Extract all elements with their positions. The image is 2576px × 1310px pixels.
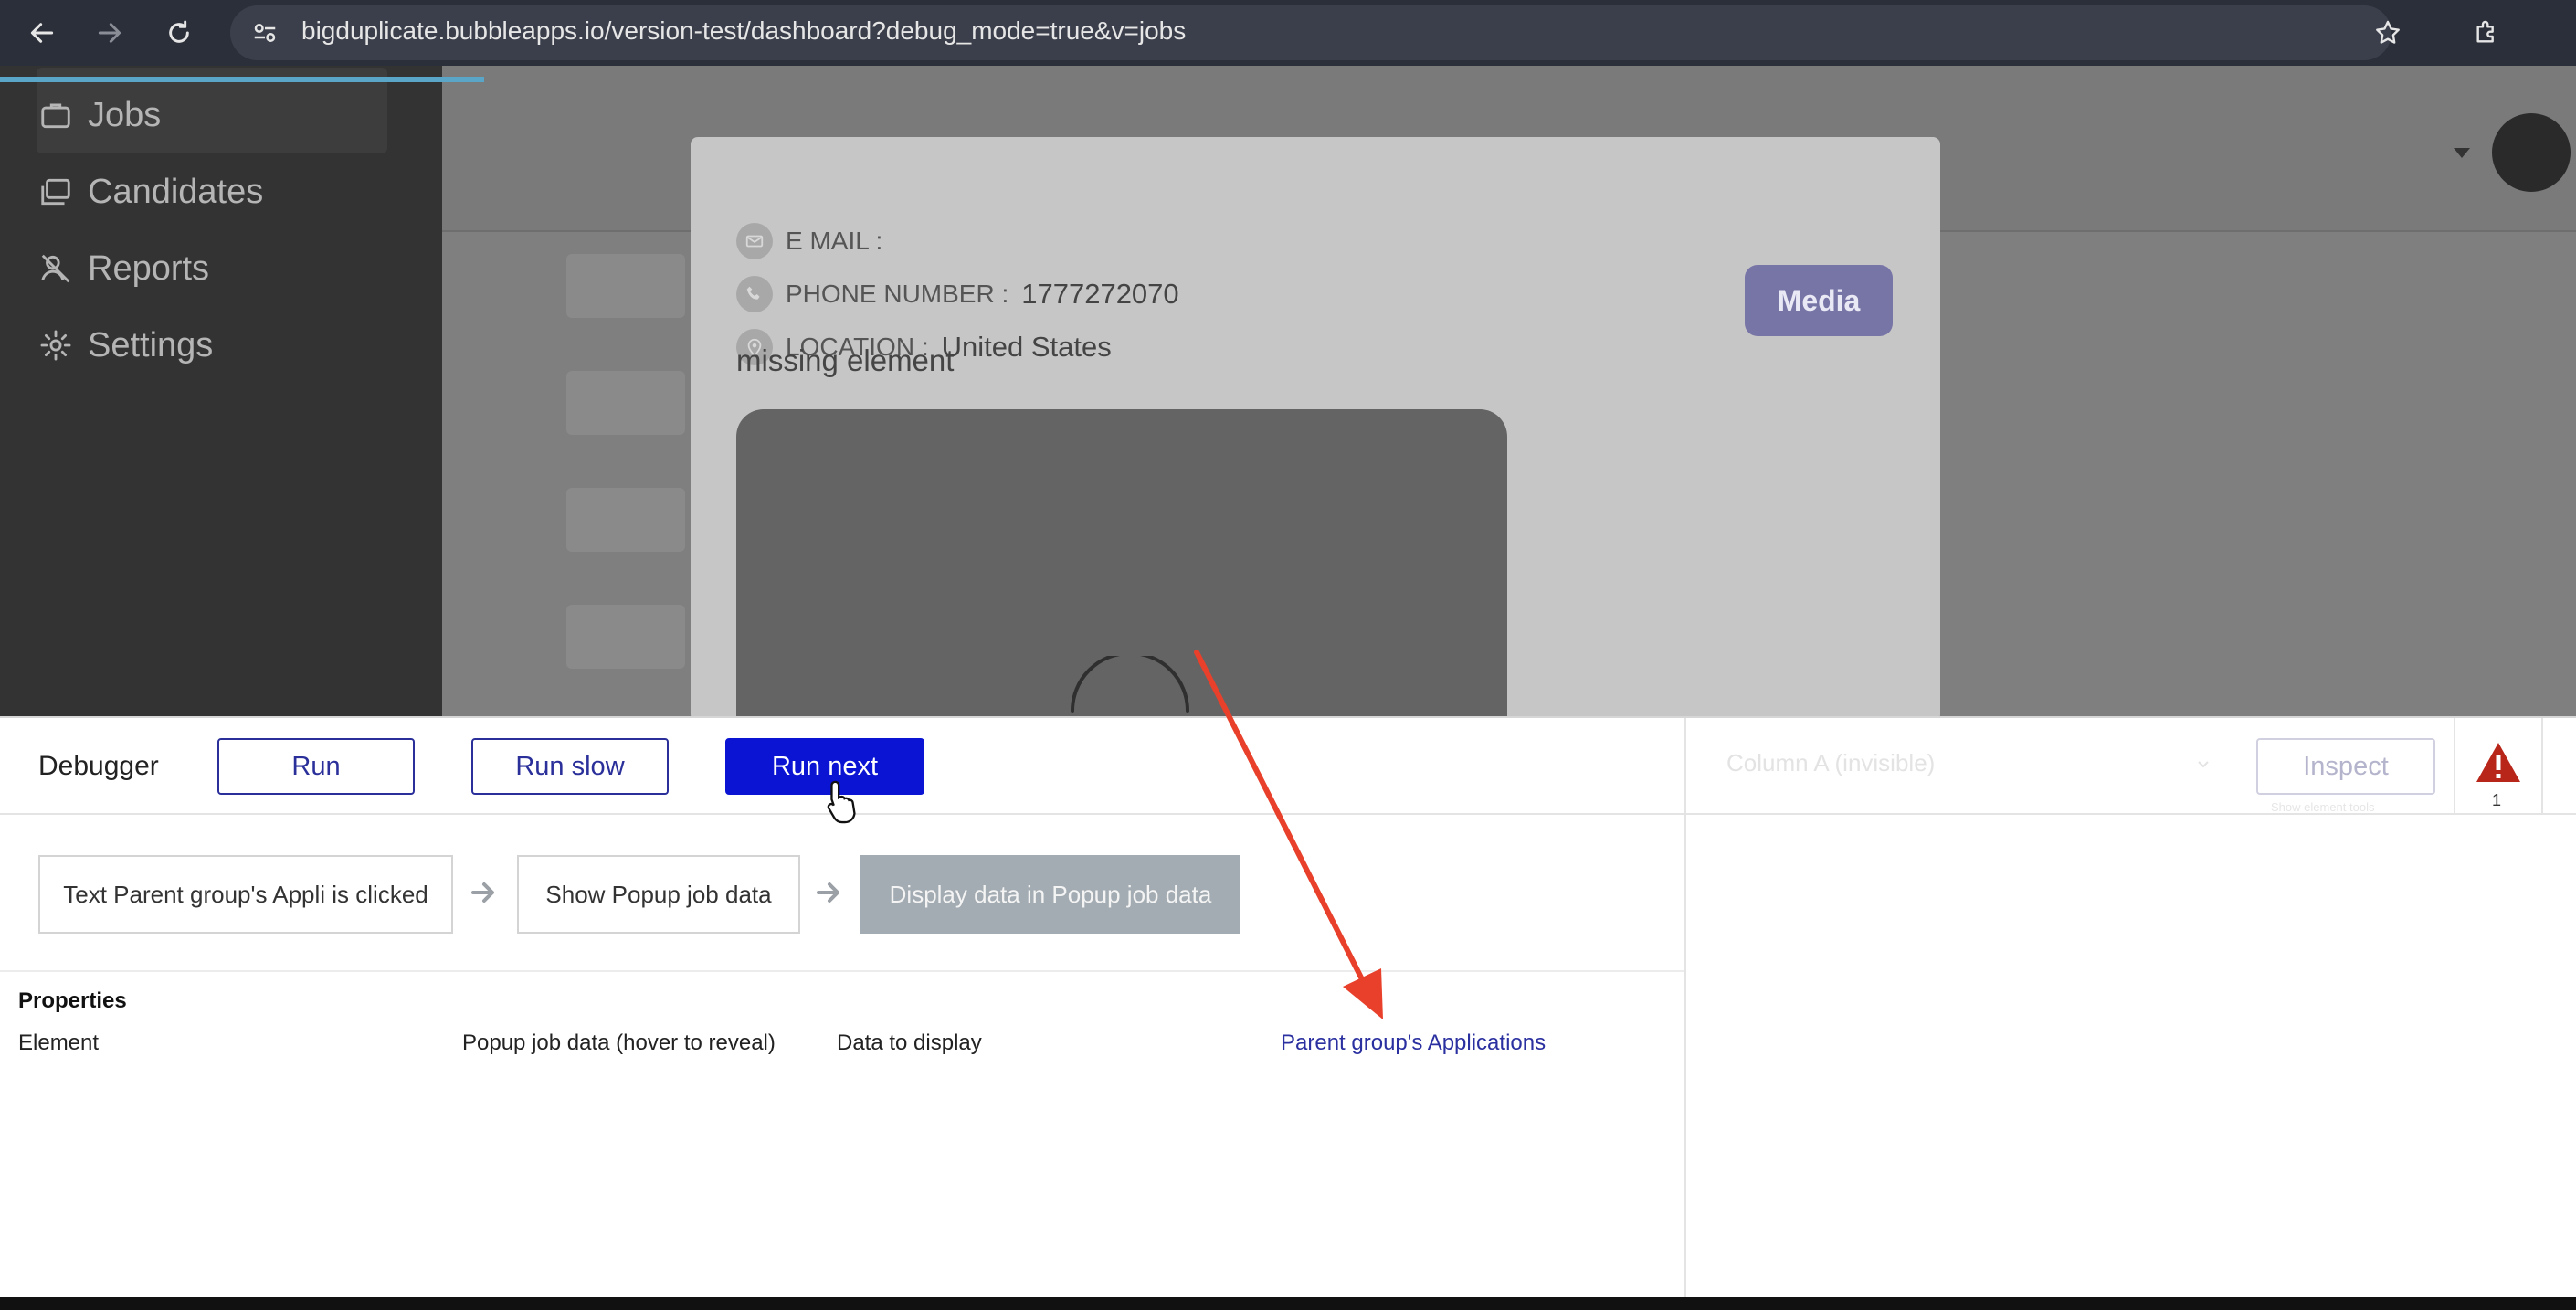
sidebar-item-label: Candidates [88, 172, 264, 211]
sidebar-item-jobs[interactable]: Jobs [38, 82, 161, 148]
field-label: E MAIL : [786, 227, 883, 255]
sidebar-item-label: Settings [88, 325, 214, 364]
property-label: Data to display [837, 1030, 982, 1055]
site-settings-icon[interactable] [247, 15, 283, 51]
chevron-down-icon[interactable] [2454, 148, 2470, 158]
loading-spinner-icon [1071, 656, 1189, 713]
forward-arrow-icon[interactable] [88, 11, 132, 55]
arrow-right-icon [471, 882, 494, 903]
list-item-placeholder [566, 605, 685, 669]
warning-count: 1 [2492, 791, 2502, 809]
workflow-step[interactable]: Show Popup job data [517, 855, 800, 934]
sidebar-item-settings[interactable]: Settings [38, 312, 213, 378]
reload-icon[interactable] [157, 11, 201, 55]
field-value: 1777272070 [1021, 278, 1179, 310]
popup-job-data: E MAIL : PHONE NUMBER : 1777272070 LOCAT… [691, 137, 1940, 716]
os-taskbar [0, 1297, 2576, 1310]
email-field: E MAIL : [736, 221, 895, 261]
list-item-placeholder [566, 371, 685, 435]
phone-icon [736, 276, 773, 312]
back-arrow-icon[interactable] [20, 11, 64, 55]
chevron-down-icon[interactable] [2196, 756, 2211, 771]
list-item-placeholder [566, 254, 685, 318]
divider [0, 970, 1684, 972]
element-select[interactable]: Column A (invisible) [1726, 749, 1935, 777]
property-label: Element [18, 1030, 100, 1055]
sidebar-item-reports[interactable]: Reports [38, 236, 209, 301]
field-label: PHONE NUMBER : [786, 280, 1009, 308]
sidebar-item-label: Reports [88, 248, 210, 288]
workflow-step[interactable]: Text Parent group's Appli is clicked [38, 855, 453, 934]
bookmark-star-icon[interactable] [2366, 11, 2410, 55]
property-value[interactable]: Popup job data (hover to reveal) [462, 1030, 776, 1056]
sidebar: Jobs Candidates Reports Settings [0, 66, 442, 716]
debugger-title: Debugger [38, 751, 159, 781]
divider [1684, 718, 1686, 1299]
page-load-progress [0, 77, 484, 82]
divider [2541, 718, 2543, 813]
gear-icon [40, 330, 71, 361]
divider [0, 813, 2576, 815]
inspect-hint: Show element tools [2271, 800, 2375, 814]
media-button[interactable]: Media [1745, 265, 1893, 336]
arrow-right-icon [817, 882, 839, 903]
reports-icon [41, 254, 70, 283]
sidebar-item-label: Jobs [88, 95, 162, 134]
briefcase-icon [41, 103, 70, 129]
field-value: United States [941, 331, 1112, 363]
debugger-panel: Debugger Run Run slow Run next Column A … [0, 716, 2576, 1299]
url-text[interactable]: bigduplicate.bubbleapps.io/version-test/… [301, 16, 1186, 46]
browser-toolbar: bigduplicate.bubbleapps.io/version-test/… [0, 0, 2576, 66]
run-slow-button[interactable]: Run slow [471, 738, 669, 795]
folders-icon [41, 178, 70, 206]
extensions-icon[interactable] [2465, 11, 2508, 55]
missing-element-text: missing element [736, 343, 955, 377]
workflow-step-current[interactable]: Display data in Popup job data [860, 855, 1240, 934]
run-button[interactable]: Run [217, 738, 415, 795]
inspect-button[interactable]: Inspect [2256, 738, 2435, 795]
app-viewport: Jobs Candidates Reports Settings E MAIL … [0, 66, 2576, 716]
hand-cursor-icon [827, 780, 856, 824]
mail-icon [736, 223, 773, 259]
properties-title: Properties [18, 988, 127, 1013]
phone-field: PHONE NUMBER : 1777272070 [736, 274, 1179, 314]
avatar[interactable] [2492, 113, 2571, 192]
property-value-link[interactable]: Parent group's Applications [1281, 1030, 1546, 1056]
warning-icon[interactable] [2474, 740, 2523, 786]
divider [2454, 718, 2455, 813]
list-item-placeholder [566, 488, 685, 552]
sidebar-item-candidates[interactable]: Candidates [38, 159, 263, 225]
